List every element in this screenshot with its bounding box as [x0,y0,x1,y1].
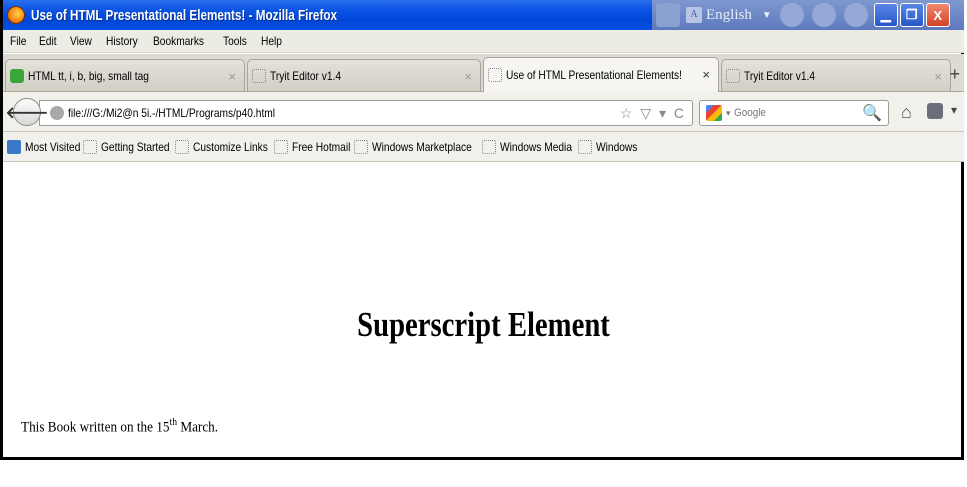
bookmark-getting-started[interactable]: Getting Started [83,139,172,154]
bookmark-label: Windows Media [499,139,572,154]
tab-tryit-editor-2[interactable]: Tryit Editor v1.4 × [721,59,951,91]
bookmark-windows-marketplace[interactable]: Windows Marketplace [353,139,479,154]
tray-settings-icon[interactable] [811,3,836,27]
navigation-bar: file:///G:/Mi2@n 5i.-/HTML/Programs/p40.… [3,92,964,132]
superscript-text: th [169,416,178,428]
tray-help-icon[interactable] [843,3,868,27]
bookmarks-toolbar: Most Visited Getting Started Customize L… [3,132,964,162]
search-bar[interactable]: ▾ Google 🔍 [699,100,889,126]
bookmark-label: Customize Links [192,139,268,154]
page-icon [353,139,368,154]
language-selector[interactable]: A English ▼ [686,7,772,24]
tab-label: Tryit Editor v1.4 [744,68,816,83]
back-button[interactable]: 🡐 [6,98,48,126]
tray-app-icon[interactable] [656,3,680,27]
new-tab-button[interactable]: + [949,64,960,85]
tab-bar: HTML tt, i, b, big, small tag × Tryit Ed… [3,54,964,92]
most-visited-icon [7,139,21,154]
page-icon [481,139,496,154]
tray-round-icon[interactable] [779,3,804,27]
tab-label: HTML tt, i, b, big, small tag [28,68,149,83]
menu-tools[interactable]: Tools [223,34,247,48]
title-bar-tray: A English ▼ ▁ ❐ X [652,0,964,30]
url-text: file:///G:/Mi2@n 5i.-/HTML/Programs/p40.… [68,106,276,120]
search-input[interactable]: Google [734,107,766,119]
close-button[interactable]: X [925,3,950,27]
firefox-logo-icon [7,6,25,24]
tab-favicon-icon [252,68,266,83]
bookmark-windows-media[interactable]: Windows Media [481,139,575,154]
minimize-button[interactable]: ▁ [873,3,898,27]
bookmark-label: Getting Started [101,139,170,154]
tab-presentational-elements[interactable]: Use of HTML Presentational Elements! × [483,57,719,92]
page-icon [83,139,98,154]
home-icon[interactable]: ⌂ [901,102,912,123]
tab-label: Use of HTML Presentational Elements! [506,68,682,82]
google-icon [706,105,722,121]
close-tab-icon[interactable]: × [228,69,236,84]
page-icon [174,139,189,154]
close-tab-icon[interactable]: × [934,69,942,84]
chevron-down-icon: ▾ [726,107,731,118]
tab-tryit-editor-1[interactable]: Tryit Editor v1.4 × [247,59,481,91]
close-tab-icon[interactable]: × [702,67,710,82]
tab-favicon-icon [726,68,740,83]
url-bar-tools[interactable]: ☆ ▽ ▾ C [620,105,686,122]
url-bar[interactable]: file:///G:/Mi2@n 5i.-/HTML/Programs/p40.… [39,100,693,126]
menu-bar: File Edit View History Bookmarks Tools H… [3,30,964,53]
bookmark-windows[interactable]: Windows [577,139,638,154]
bookmark-label: Windows Marketplace [371,139,472,154]
tab-favicon-icon [10,68,24,83]
browser-window: Use of HTML Presentational Elements! - M… [0,0,964,460]
page-icon [577,139,592,154]
tab-label: Tryit Editor v1.4 [270,68,342,83]
window-title: Use of HTML Presentational Elements! - M… [31,6,337,24]
page-icon [273,139,288,154]
pocket-icon[interactable] [927,103,943,119]
menu-bookmarks[interactable]: Bookmarks [153,34,204,48]
menu-file[interactable]: File [10,34,26,48]
paragraph-text-end: March. [177,419,219,436]
chevron-down-icon[interactable]: ▾ [951,103,957,117]
tab-html-tags[interactable]: HTML tt, i, b, big, small tag × [5,59,245,91]
title-bar: Use of HTML Presentational Elements! - M… [3,0,964,30]
search-icon[interactable]: 🔍 [862,103,882,123]
bookmark-free-hotmail[interactable]: Free Hotmail [273,139,351,154]
restore-button[interactable]: ❐ [899,3,924,27]
bookmark-label: Most Visited [25,139,81,154]
bookmark-customize-links[interactable]: Customize Links [174,139,271,154]
menu-view[interactable]: View [70,34,92,48]
page-paragraph: This Book written on the 15th March. [21,416,218,437]
tab-favicon-icon [488,68,502,82]
paragraph-text: This Book written on the 15 [21,419,170,436]
menu-help[interactable]: Help [261,34,282,48]
menu-history[interactable]: History [106,34,138,48]
bookmark-most-visited[interactable]: Most Visited [7,139,81,154]
close-tab-icon[interactable]: × [464,69,472,84]
bookmark-label: Windows [595,139,638,154]
bookmark-label: Free Hotmail [291,139,351,154]
menu-edit[interactable]: Edit [39,34,57,48]
globe-icon [50,106,64,120]
chevron-down-icon: ▼ [761,9,772,21]
language-label: English [706,6,752,23]
page-heading: Superscript Element [357,305,610,344]
language-icon: A [686,7,702,23]
